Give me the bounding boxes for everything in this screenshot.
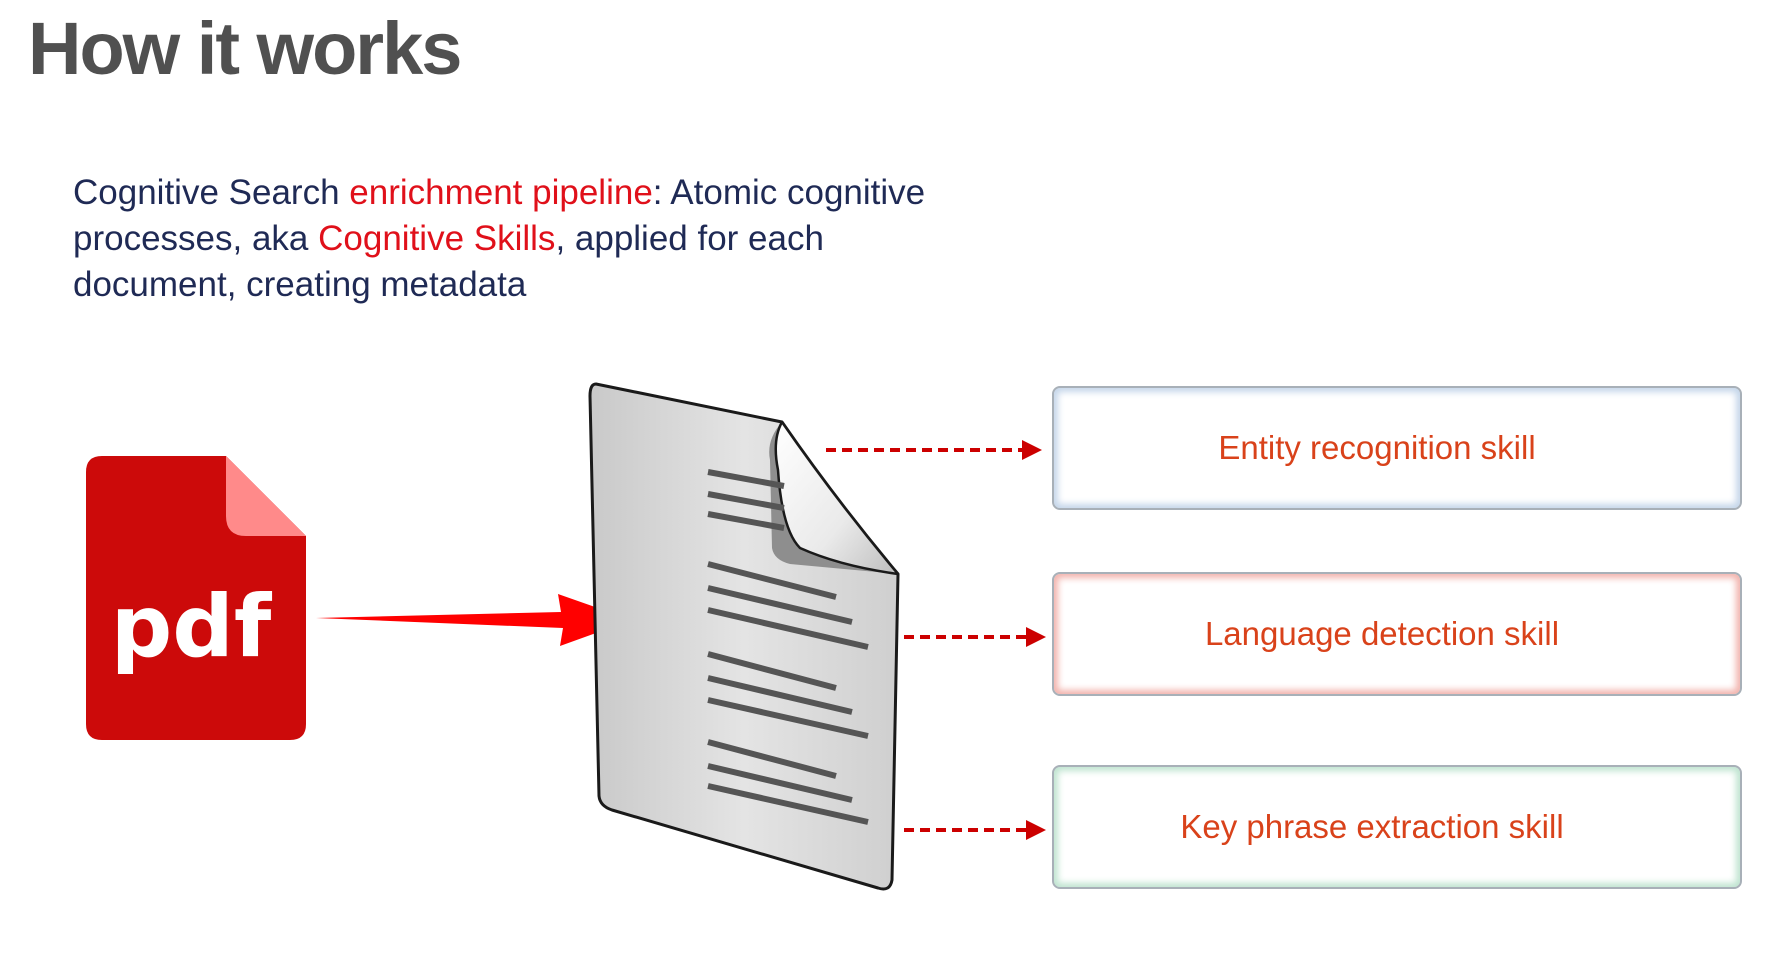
dashed-arrow-to-entity-recognition (826, 440, 1042, 460)
language-detection-skill-box: Language detection skill (1052, 572, 1742, 696)
entity-recognition-skill-label: Entity recognition skill (1218, 429, 1536, 466)
key-phrase-extraction-skill-label: Key phrase extraction skill (1180, 808, 1564, 845)
key-phrase-extraction-skill-box: Key phrase extraction skill (1052, 765, 1742, 889)
language-detection-skill-label: Language detection skill (1204, 615, 1560, 652)
pdf-label: pdf (111, 577, 273, 677)
dashed-arrow-to-key-phrase-extraction (904, 820, 1046, 840)
dashed-arrow-to-language-detection (904, 627, 1046, 647)
document-icon (588, 382, 900, 891)
entity-recognition-skill-box: Entity recognition skill (1052, 386, 1742, 510)
pdf-to-document-arrow (316, 594, 632, 646)
pdf-file-icon: pdf (86, 456, 306, 740)
